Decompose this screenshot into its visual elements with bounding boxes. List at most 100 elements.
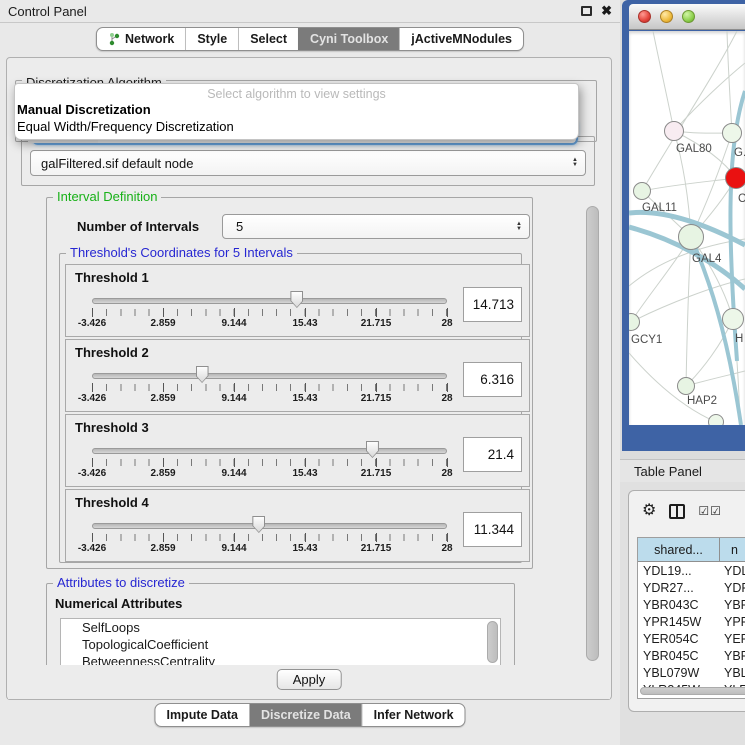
list-item[interactable]: TopologicalCoefficient [61,636,500,653]
tick-label: 28 [441,468,452,479]
tick-major-mark [376,383,377,392]
tick-major-mark [92,383,93,392]
tick-label: 15.43 [292,393,317,404]
tab-style[interactable]: Style [185,28,238,50]
numerical-attributes-list[interactable]: SelfLoops TopologicalCoefficient Between… [60,618,501,672]
network-node[interactable] [664,121,684,141]
tab-select[interactable]: Select [238,28,298,50]
network-node-label: HAP2 [687,395,717,407]
table-row[interactable]: YDL19... YDL1 [638,562,745,579]
threshold-1-slider-track[interactable] [92,298,447,304]
tab-impute-data[interactable]: Impute Data [155,704,249,726]
tick-major-mark [376,458,377,467]
number-of-intervals-combobox[interactable]: 5 ▲▼ [222,214,530,239]
tick-label: 15.43 [292,543,317,554]
table-row[interactable]: YPR145W YPR1 [638,613,745,630]
attributes-list-vscrollbar[interactable] [487,621,498,663]
tick-major-mark [305,308,306,317]
cell: YDR27... [638,581,724,595]
table-row[interactable]: YER054C YER0 [638,630,745,647]
float-window-icon[interactable] [581,6,592,16]
threshold-2-slider-thumb[interactable] [196,366,209,383]
number-of-intervals-value: 5 [223,219,516,234]
apply-button[interactable]: Apply [277,669,342,690]
tick-major-mark [447,383,448,392]
network-canvas[interactable]: GAL80G.CGAL11GAL4GCY1HHAP2 [629,31,745,425]
popup-item-equal-width-frequency[interactable]: Equal Width/Frequency Discretization [15,118,578,135]
tick-label: -3.426 [78,543,106,554]
threshold-1-panel: Threshold 1 -3.4262.8599.14415.4321.7152… [65,264,530,337]
tick-major-mark [376,308,377,317]
close-icon[interactable]: ✖ [601,4,612,18]
network-node[interactable] [678,224,704,250]
popup-item-manual-discretization[interactable]: Manual Discretization [15,101,578,118]
threshold-2-value-field[interactable]: 6.316 [463,362,522,397]
threshold-3-panel: Threshold 3 -3.4262.8599.14415.4321.7152… [65,414,530,487]
tab-cyni-toolbox[interactable]: Cyni Toolbox [298,28,399,50]
threshold-4-value-field[interactable]: 11.344 [463,512,522,547]
right-column: GAL80G.CGAL11GAL4GCY1HHAP2 Table Panel ⚙… [620,0,745,745]
threshold-2-slider-track[interactable] [92,373,447,379]
table-data-combobox[interactable]: galFiltered.sif default node ▲▼ [30,150,586,176]
table-hscrollbar[interactable] [640,687,745,695]
tick-label: 21.715 [361,543,392,554]
table-rows: YDL19... YDL1 YDR27... YDR2 YBR043C YBR0… [638,562,745,698]
tick-major-mark [234,383,235,392]
threshold-1-value-field[interactable]: 14.713 [463,287,522,322]
tick-label-row: -3.4262.8599.14415.4321.71528 [92,543,447,556]
interval-definition-title: Interval Definition [53,189,161,204]
threshold-3-value-field[interactable]: 21.4 [463,437,522,472]
split-columns-icon[interactable] [669,504,685,519]
top-tab-bar: Network Style Select Cyni Toolbox jActiv… [96,27,524,51]
column-header-shared[interactable]: shared... [638,538,720,561]
tick-label: 15.43 [292,468,317,479]
network-node-label: G. [734,147,745,159]
tick-label: 9.144 [221,543,246,554]
network-node[interactable] [722,308,744,330]
network-node[interactable] [677,377,695,395]
cell: YDL1 [724,564,745,578]
number-of-intervals-label: Number of Intervals [77,219,199,234]
tab-network[interactable]: Network [97,28,185,50]
tab-infer-network[interactable]: Infer Network [362,704,465,726]
tick-major-mark [163,533,164,542]
network-node[interactable] [722,123,742,143]
cell: YBR045C [638,649,724,663]
table-row[interactable]: YBR043C YBR0 [638,596,745,613]
column-header-name[interactable]: n [720,538,745,561]
threshold-3-slider-thumb[interactable] [366,441,379,458]
threshold-3-slider-track[interactable] [92,448,447,454]
threshold-1-slider-thumb[interactable] [290,291,303,308]
checkbox-icons[interactable]: ☑☑ [698,504,722,518]
network-node[interactable] [708,414,724,425]
list-item[interactable]: SelfLoops [61,619,500,636]
stepper-arrows-icon: ▲▼ [516,222,522,232]
attributes-group-title: Attributes to discretize [53,575,189,590]
control-panel-vscrollbar[interactable] [586,206,599,661]
table-data-value: galFiltered.sif default node [31,156,572,171]
control-panel: Control Panel ✖ Network [0,0,620,745]
close-button[interactable] [638,10,651,23]
network-node[interactable] [725,167,745,189]
tick-label: 15.43 [292,318,317,329]
cell: YDL19... [638,564,724,578]
gear-icon[interactable]: ⚙ [642,503,656,519]
network-node[interactable] [633,182,651,200]
stepper-arrows-icon: ▲▼ [572,158,578,168]
tab-jactivemnodules[interactable]: jActiveMNodules [399,28,523,50]
tick-label: 28 [441,543,452,554]
zoom-button[interactable] [682,10,695,23]
threshold-4-slider-track[interactable] [92,523,447,529]
table-row[interactable]: YDR27... YDR2 [638,579,745,596]
algorithm-dropdown-popup: Select algorithm to view settings Manual… [14,83,579,140]
cell: YPR145W [638,615,724,629]
table-row[interactable]: YBR045C YBR0 [638,647,745,664]
minimize-button[interactable] [660,10,673,23]
node-table[interactable]: shared... n YDL19... YDL1 YDR27... YDR2 … [637,537,745,699]
control-panel-title: Control Panel [8,4,87,19]
table-row[interactable]: YBL079W YBL0 [638,664,745,681]
network-node-label: C [738,193,745,205]
threshold-4-slider-thumb[interactable] [252,516,265,533]
tab-discretize-data[interactable]: Discretize Data [249,704,362,726]
tick-label: 28 [441,318,452,329]
